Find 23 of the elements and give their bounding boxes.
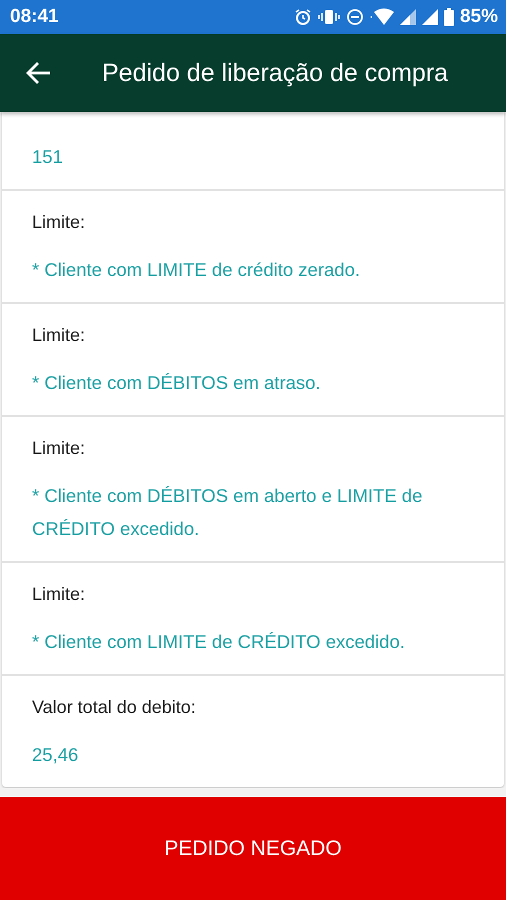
field-value: * Cliente com LIMITE de crédito zerado. (32, 258, 362, 282)
field-value: * Cliente com LIMITE de CRÉDITO excedido. (32, 630, 406, 654)
signal-icon (422, 9, 438, 25)
field-label: Limite: (32, 324, 86, 346)
field-label: Valor total do debito: (32, 696, 197, 718)
alarm-icon (294, 8, 312, 26)
wifi-icon (370, 8, 394, 26)
field-value: * Cliente com DÉBITOS em atraso. (32, 371, 322, 395)
field-value: 25,46 (32, 743, 80, 767)
screen-title: Pedido de liberação de compra (102, 58, 448, 88)
field-label: Limite: (32, 211, 86, 233)
battery-icon (444, 8, 454, 26)
back-button[interactable] (26, 60, 52, 86)
field-label: Limite: (32, 437, 86, 459)
signal-icon (400, 9, 416, 25)
battery-percentage: 85% (460, 6, 498, 28)
field-value: * Cliente com DÉBITOS em aberto e LIMITE de CRÉDITO excedido. (32, 484, 424, 541)
status-time: 08:41 (10, 6, 59, 28)
field-value: 151 (32, 145, 64, 169)
do-not-disturb-icon (346, 8, 364, 26)
denied-button[interactable]: PEDIDO NEGADO (0, 797, 506, 900)
vibrate-icon (318, 8, 340, 26)
field-label: Limite: (32, 583, 86, 605)
